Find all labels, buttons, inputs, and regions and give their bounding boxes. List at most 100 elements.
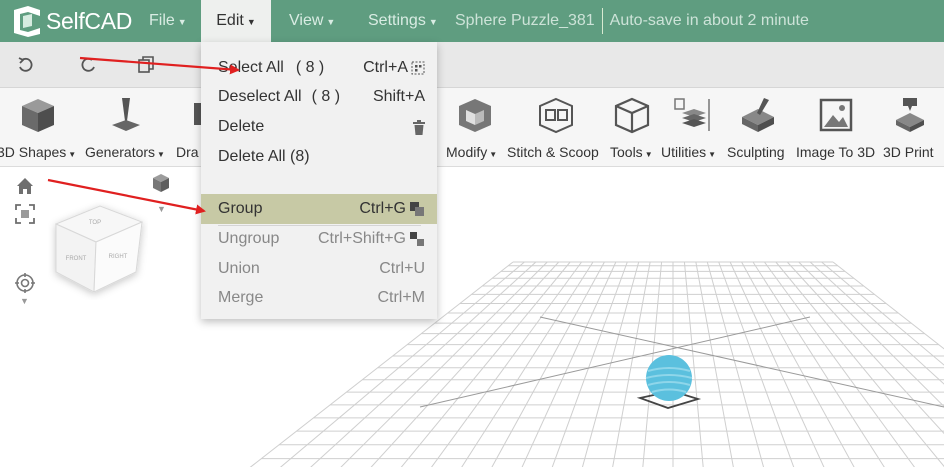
shortcut-label: Ctrl+M [377,289,425,306]
ribbon-label: Generators [85,144,156,160]
grid-line [764,261,915,467]
ribbon-modify[interactable]: Modify ▼ [446,144,497,160]
grid-line [521,261,617,467]
grid-line [752,261,885,467]
menu-item-label: Deselect All [218,88,302,105]
edit-menu[interactable]: Edit ▼ [201,0,271,42]
ribbon-tools[interactable]: Tools ▼ [610,144,653,160]
ribbon-image-to-3d[interactable]: Image To 3D [796,144,875,160]
menu-item-merge[interactable]: Merge Ctrl+M [201,283,437,313]
trash-icon [413,119,425,135]
settings-menu[interactable]: Settings ▼ [368,0,438,42]
menu-item-deselect-all[interactable]: Deselect All ( 8 ) Shift+A [201,82,437,112]
selfcad-logo[interactable]: SelfCAD [0,0,140,42]
sculpting-icon[interactable] [738,95,778,135]
grid-line [741,261,855,467]
chevron-down-icon: ▼ [177,17,187,27]
menu-item-label: Ungroup [218,230,280,247]
menu-item-count: ( 8 ) [311,88,341,105]
menu-item-label: Union [218,260,260,277]
ribbon-label: 3D Print [883,144,934,160]
file-menu-label: File [149,12,175,29]
ribbon-stitch-scoop[interactable]: Stitch & Scoop [507,144,599,160]
modify-icon[interactable] [455,95,495,135]
grid-line [431,261,582,467]
chevron-down-icon: ▼ [68,150,77,159]
ribbon-label: Utilities [661,144,707,160]
chevron-down-icon: ▼ [708,150,717,159]
quick-toolbar [0,42,944,88]
chevron-down-icon: ▼ [489,150,498,159]
project-info: Sphere Puzzle_381 Auto-save in about 2 m… [455,0,809,42]
ribbon-3d-shapes[interactable]: 3D Shapes ▼ [0,144,76,160]
ribbon-3d-print[interactable]: 3D Print [883,144,934,160]
stitch-scoop-icon[interactable] [536,95,576,135]
ribbon-sculpting[interactable]: Sculpting [727,144,785,160]
menu-item-delete[interactable]: Delete [201,112,437,142]
3d-viewport[interactable]: ▼ ▼ TOP FRONT RIGHT [0,167,944,467]
undo-icon[interactable] [16,55,36,75]
grid-line [491,261,605,467]
app-name: SelfCAD [46,7,133,34]
copy-icon[interactable] [136,55,156,75]
shortcut-label: Shift+A [372,88,425,105]
grid-axis-line [539,316,944,408]
menu-item-ungroup[interactable]: Ungroup Ctrl+Shift+G [201,224,437,254]
chevron-down-icon: ▼ [644,150,653,159]
file-menu[interactable]: File ▼ [149,0,187,42]
menu-item-label: Select All [218,59,284,76]
tools-icon[interactable] [612,95,652,135]
grid-line [832,261,944,350]
shortcut-label: Ctrl+A [363,59,408,76]
ribbon-label: Dra [176,144,199,160]
menu-item-union[interactable]: Union Ctrl+U [201,254,437,284]
menu-item-delete-all[interactable]: Delete All (8) [201,142,437,172]
shortcut-label: Ctrl+Shift+G [317,230,406,247]
ribbon-utilities[interactable]: Utilities ▼ [661,144,716,160]
grid-line [729,261,825,467]
grid-line [551,261,628,467]
menu-item-group[interactable]: Group Ctrl+G [201,194,437,224]
ribbon-label: Stitch & Scoop [507,144,599,160]
ungroup-icon [410,232,424,246]
selfcad-logo-icon [14,6,40,37]
ribbon-label: 3D Shapes [0,144,67,160]
menu-item-label: Group [218,200,263,217]
ground-grid [249,261,944,467]
view-menu[interactable]: View ▼ [289,0,335,42]
image-to-3d-icon[interactable] [816,95,856,135]
grid-line [706,261,765,467]
ribbon-draw[interactable]: Dra [176,144,199,160]
grid-line [786,261,944,435]
top-menu-bar: SelfCAD File ▼ Edit ▼ View ▼ Settings ▼ Sphe… [0,0,944,42]
project-divider [601,8,603,34]
grid-line [461,261,594,467]
redo-icon[interactable] [78,55,98,75]
menu-item-label: Delete [218,118,265,135]
chevron-down-icon: ▼ [246,17,256,27]
tool-ribbon: 3D Shapes▼ Generators▼ Dra ▼ Modify▼ Sti… [0,88,944,167]
shortcut-label: Ctrl+G [359,200,406,217]
chevron-down-icon: ▼ [157,150,165,159]
3d-print-icon[interactable] [890,95,930,135]
view-menu-label: View [289,12,324,29]
project-name[interactable]: Sphere Puzzle_381 [455,12,595,30]
edit-dropdown-menu: Select All ( 8 ) Ctrl+A Deselect All ( 8 )… [201,42,437,319]
menu-item-label: Merge [218,289,264,306]
cube-icon[interactable] [18,95,58,135]
ribbon-label: Modify [446,144,488,160]
ribbon-generators[interactable]: Generators ▼ [85,144,165,160]
menu-item-count: ( 8 ) [295,59,325,76]
grid-line [718,261,795,467]
select-all-icon [411,61,425,75]
generator-icon[interactable] [106,95,146,135]
settings-menu-label: Settings [368,12,426,29]
grid-line [775,261,944,467]
ribbon-label: Tools [610,144,643,160]
utilities-icon[interactable] [672,95,712,135]
menu-item-select-all[interactable]: Select All ( 8 ) Ctrl+A [201,53,437,83]
chevron-down-icon: ▼ [326,17,336,27]
sphere-object[interactable] [630,345,710,425]
ribbon-label: Sculpting [727,144,785,160]
edit-menu-label: Edit [216,12,244,29]
